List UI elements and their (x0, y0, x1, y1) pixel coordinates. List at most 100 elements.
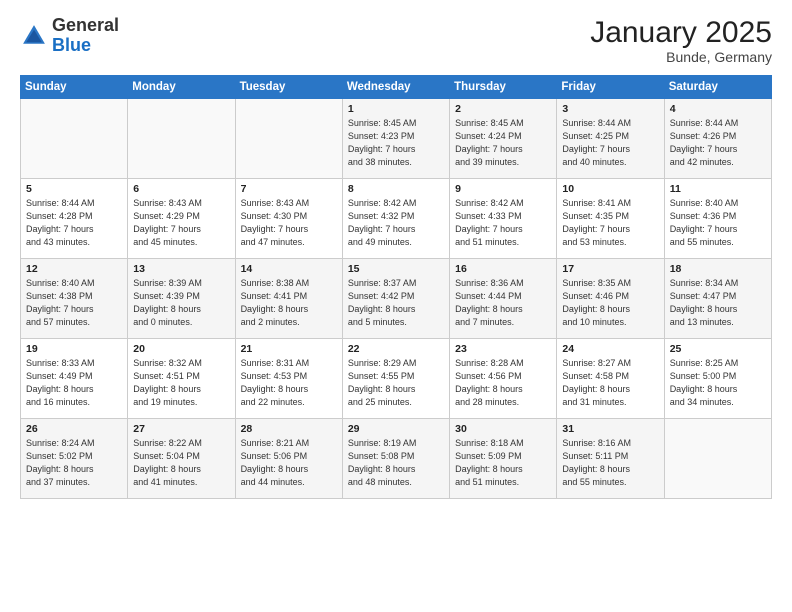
calendar-cell: 19 Sunrise: 8:33 AM Sunset: 4:49 PM Dayli… (21, 339, 128, 419)
calendar-cell: 4 Sunrise: 8:44 AM Sunset: 4:26 PM Daylig… (664, 99, 771, 179)
day-number: 28 (241, 423, 337, 435)
logo-icon (20, 22, 48, 50)
weekday-header-wednesday: Wednesday (342, 76, 449, 99)
day-info: Sunrise: 8:22 AM Sunset: 5:04 PM Dayligh… (133, 437, 229, 489)
calendar-week-2: 5Sunrise: 8:44 AM Sunset: 4:28 PM Daylig… (21, 179, 772, 259)
day-number: 21 (241, 343, 337, 355)
weekday-header-saturday: Saturday (664, 76, 771, 99)
calendar-cell: 1Sunrise: 8:45 AM Sunset: 4:23 PM Daylig… (342, 99, 449, 179)
calendar-cell: 10Sunrise: 8:41 AM Sunset: 4:35 PM Dayli… (557, 179, 664, 259)
day-number: 15 (348, 263, 444, 275)
calendar-cell: 15Sunrise: 8:37 AM Sunset: 4:42 PM Dayli… (342, 259, 449, 339)
day-number: 23 (455, 343, 551, 355)
calendar-cell (21, 99, 128, 179)
page: General Blue January 2025 Bunde, Germany… (0, 0, 792, 612)
calendar-cell: 3 Sunrise: 8:44 AM Sunset: 4:25 PM Daylig… (557, 99, 664, 179)
calendar-title: January 2025 (590, 16, 772, 49)
day-number: 9 (455, 183, 551, 195)
calendar-header-row: SundayMondayTuesdayWednesdayThursdayFrid… (21, 76, 772, 99)
logo-general: General (52, 15, 119, 35)
day-info: Sunrise: 8:34 AM Sunset: 4:47 PM Dayligh… (670, 277, 766, 329)
calendar-cell: 11 Sunrise: 8:40 AM Sunset: 4:36 PM Dayli… (664, 179, 771, 259)
day-number: 11 (670, 183, 766, 195)
day-info: Sunrise: 8:45 AM Sunset: 4:23 PM Dayligh… (348, 117, 444, 169)
day-number: 10 (562, 183, 658, 195)
day-number: 30 (455, 423, 551, 435)
calendar-cell (235, 99, 342, 179)
day-number: 31 (562, 423, 658, 435)
day-info: Sunrise: 8:38 AM Sunset: 4:41 PM Dayligh… (241, 277, 337, 329)
calendar-cell: 17 Sunrise: 8:35 AM Sunset: 4:46 PM Dayli… (557, 259, 664, 339)
logo: General Blue (20, 16, 119, 56)
weekday-header-friday: Friday (557, 76, 664, 99)
day-number: 8 (348, 183, 444, 195)
calendar-cell: 24 Sunrise: 8:27 AM Sunset: 4:58 PM Dayli… (557, 339, 664, 419)
day-number: 4 (670, 103, 766, 115)
title-block: January 2025 Bunde, Germany (590, 16, 772, 65)
day-number: 3 (562, 103, 658, 115)
calendar-cell: 28 Sunrise: 8:21 AM Sunset: 5:06 PM Dayli… (235, 419, 342, 499)
day-info: Sunrise: 8:21 AM Sunset: 5:06 PM Dayligh… (241, 437, 337, 489)
calendar-week-4: 19 Sunrise: 8:33 AM Sunset: 4:49 PM Dayli… (21, 339, 772, 419)
day-number: 17 (562, 263, 658, 275)
day-number: 2 (455, 103, 551, 115)
day-number: 12 (26, 263, 122, 275)
calendar-cell: 9 Sunrise: 8:42 AM Sunset: 4:33 PM Daylig… (450, 179, 557, 259)
day-info: Sunrise: 8:16 AM Sunset: 5:11 PM Dayligh… (562, 437, 658, 489)
day-info: Sunrise: 8:36 AM Sunset: 4:44 PM Dayligh… (455, 277, 551, 329)
calendar-cell: 2 Sunrise: 8:45 AM Sunset: 4:24 PM Daylig… (450, 99, 557, 179)
day-info: Sunrise: 8:45 AM Sunset: 4:24 PM Dayligh… (455, 117, 551, 169)
calendar-cell (664, 419, 771, 499)
weekday-header-sunday: Sunday (21, 76, 128, 99)
calendar-cell: 25 Sunrise: 8:25 AM Sunset: 5:00 PM Dayli… (664, 339, 771, 419)
calendar-cell: 5Sunrise: 8:44 AM Sunset: 4:28 PM Daylig… (21, 179, 128, 259)
day-info: Sunrise: 8:42 AM Sunset: 4:32 PM Dayligh… (348, 197, 444, 249)
weekday-header-thursday: Thursday (450, 76, 557, 99)
calendar-cell: 22 Sunrise: 8:29 AM Sunset: 4:55 PM Dayli… (342, 339, 449, 419)
day-info: Sunrise: 8:40 AM Sunset: 4:36 PM Dayligh… (670, 197, 766, 249)
day-number: 14 (241, 263, 337, 275)
day-info: Sunrise: 8:43 AM Sunset: 4:29 PM Dayligh… (133, 197, 229, 249)
day-info: Sunrise: 8:19 AM Sunset: 5:08 PM Dayligh… (348, 437, 444, 489)
day-info: Sunrise: 8:39 AM Sunset: 4:39 PM Dayligh… (133, 277, 229, 329)
day-info: Sunrise: 8:24 AM Sunset: 5:02 PM Dayligh… (26, 437, 122, 489)
calendar-cell (128, 99, 235, 179)
calendar-table: SundayMondayTuesdayWednesdayThursdayFrid… (20, 75, 772, 499)
day-info: Sunrise: 8:42 AM Sunset: 4:33 PM Dayligh… (455, 197, 551, 249)
calendar-cell: 30Sunrise: 8:18 AM Sunset: 5:09 PM Dayli… (450, 419, 557, 499)
logo-text: General Blue (52, 16, 119, 56)
day-number: 29 (348, 423, 444, 435)
day-number: 7 (241, 183, 337, 195)
day-info: Sunrise: 8:43 AM Sunset: 4:30 PM Dayligh… (241, 197, 337, 249)
day-number: 24 (562, 343, 658, 355)
calendar-cell: 12Sunrise: 8:40 AM Sunset: 4:38 PM Dayli… (21, 259, 128, 339)
day-number: 19 (26, 343, 122, 355)
weekday-header-monday: Monday (128, 76, 235, 99)
calendar-cell: 26 Sunrise: 8:24 AM Sunset: 5:02 PM Dayli… (21, 419, 128, 499)
day-number: 22 (348, 343, 444, 355)
weekday-header-tuesday: Tuesday (235, 76, 342, 99)
day-info: Sunrise: 8:33 AM Sunset: 4:49 PM Dayligh… (26, 357, 122, 409)
day-info: Sunrise: 8:32 AM Sunset: 4:51 PM Dayligh… (133, 357, 229, 409)
day-number: 26 (26, 423, 122, 435)
calendar-cell: 6 Sunrise: 8:43 AM Sunset: 4:29 PM Daylig… (128, 179, 235, 259)
logo-blue: Blue (52, 35, 91, 55)
day-info: Sunrise: 8:35 AM Sunset: 4:46 PM Dayligh… (562, 277, 658, 329)
day-number: 20 (133, 343, 229, 355)
calendar-cell: 21 Sunrise: 8:31 AM Sunset: 4:53 PM Dayli… (235, 339, 342, 419)
day-number: 25 (670, 343, 766, 355)
calendar-cell: 29 Sunrise: 8:19 AM Sunset: 5:08 PM Dayli… (342, 419, 449, 499)
calendar-cell: 20 Sunrise: 8:32 AM Sunset: 4:51 PM Dayli… (128, 339, 235, 419)
calendar-week-5: 26 Sunrise: 8:24 AM Sunset: 5:02 PM Dayli… (21, 419, 772, 499)
day-number: 27 (133, 423, 229, 435)
calendar-week-1: 1Sunrise: 8:45 AM Sunset: 4:23 PM Daylig… (21, 99, 772, 179)
day-info: Sunrise: 8:44 AM Sunset: 4:26 PM Dayligh… (670, 117, 766, 169)
day-info: Sunrise: 8:31 AM Sunset: 4:53 PM Dayligh… (241, 357, 337, 409)
day-info: Sunrise: 8:27 AM Sunset: 4:58 PM Dayligh… (562, 357, 658, 409)
day-info: Sunrise: 8:29 AM Sunset: 4:55 PM Dayligh… (348, 357, 444, 409)
calendar-cell: 16Sunrise: 8:36 AM Sunset: 4:44 PM Dayli… (450, 259, 557, 339)
day-info: Sunrise: 8:25 AM Sunset: 5:00 PM Dayligh… (670, 357, 766, 409)
calendar-cell: 8 Sunrise: 8:42 AM Sunset: 4:32 PM Daylig… (342, 179, 449, 259)
day-info: Sunrise: 8:44 AM Sunset: 4:25 PM Dayligh… (562, 117, 658, 169)
day-number: 6 (133, 183, 229, 195)
